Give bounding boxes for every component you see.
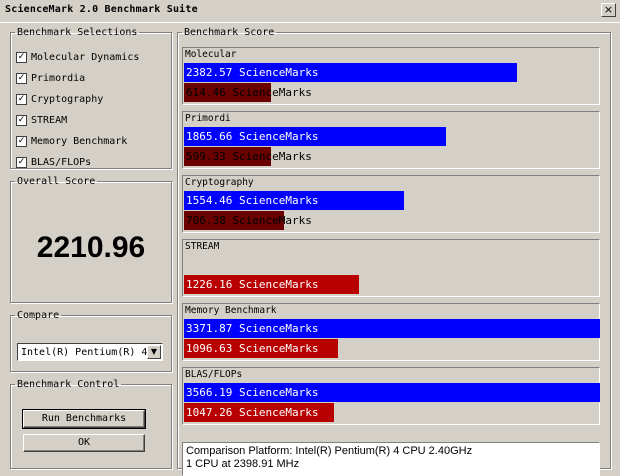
checkbox-box[interactable]: ✓ [16,114,27,126]
checkbox-box[interactable]: ✓ [16,51,27,63]
chevron-down-icon[interactable]: ▼ [147,345,161,359]
compare-select[interactable]: Intel(R) Pentium(R) 4 CPU 2.40GHz ▼ [17,343,163,361]
benchmark-name: BLAS/FLOPs [185,369,243,380]
checkbox-cryptography[interactable]: ✓ Cryptography [16,92,103,106]
checkbox-box[interactable]: ✓ [16,156,27,168]
title-bar: ScienceMark 2.0 Benchmark Suite × [0,0,620,23]
benchmark-control-group: Benchmark Control Run Benchmarks OK [10,379,172,469]
benchmark-name: Cryptography [185,177,254,188]
compare-group: Compare Intel(R) Pentium(R) 4 CPU 2.40GH… [10,310,172,372]
checkbox-box[interactable]: ✓ [16,72,27,84]
checkbox-box[interactable]: ✓ [16,135,27,147]
comparison-score-text: 614.46 ScienceMarks [186,86,312,99]
overall-score-legend: Overall Score [17,176,96,187]
checkbox-label: Cryptography [31,93,104,105]
current-score-text: 2382.57 ScienceMarks [186,66,319,79]
checkbox-blas-flops[interactable]: ✓ BLAS/FLOPs [16,155,91,169]
checkbox-label: Primordia [31,72,86,84]
benchmark-selections-legend: Benchmark Selections [17,27,138,38]
run-benchmarks-button[interactable]: Run Benchmarks [22,409,146,429]
benchmark-row: Cryptography 1554.46 ScienceMarks 706.38 S… [182,175,600,233]
benchmark-selections-group: Benchmark Selections ✓ Molecular Dynamic… [10,27,172,169]
comparison-score-text: 1096.63 ScienceMarks [186,342,319,355]
benchmark-row: STREAM 1226.16 ScienceMarks [182,239,600,297]
compare-selected-value: Intel(R) Pentium(R) 4 CPU 2.40GHz [21,347,147,358]
compare-legend: Compare [17,310,60,321]
current-score-text: 1554.46 ScienceMarks [186,194,319,207]
benchmark-name: STREAM [185,241,220,252]
benchmark-row: BLAS/FLOPs 3566.19 ScienceMarks 1047.26 Sc… [182,367,600,425]
checkbox-label: Molecular Dynamics [31,51,140,63]
benchmark-score-legend: Benchmark Score [184,27,275,38]
ok-button[interactable]: OK [23,434,145,452]
benchmark-row: Primordi 1865.66 ScienceMarks 599.33 Scien… [182,111,600,169]
checkbox-primordia[interactable]: ✓ Primordia [16,71,85,85]
benchmark-score-group: Benchmark Score Molecular 2382.57 Science… [177,27,611,476]
overall-score-value: 2210.96 [36,231,146,264]
benchmark-name: Primordi [185,113,231,124]
close-icon[interactable]: × [601,3,616,17]
window-title: ScienceMark 2.0 Benchmark Suite [5,4,198,15]
comparison-platform-line: Comparison Platform: Intel(R) Pentium(R)… [186,445,473,457]
checkbox-label: STREAM [31,114,68,126]
cpu-line: 1 CPU at 2398.91 MHz [186,458,300,470]
comparison-score-text: 706.38 ScienceMarks [186,214,312,227]
benchmark-name: Memory Benchmark [185,305,277,316]
comparison-score-text: 1047.26 ScienceMarks [186,406,319,419]
benchmark-control-legend: Benchmark Control [17,379,120,390]
checkbox-label: BLAS/FLOPs [31,156,92,168]
benchmark-row: Memory Benchmark 3371.87 ScienceMarks 1096… [182,303,600,361]
current-score-text: 1865.66 ScienceMarks [186,130,319,143]
overall-score-group: Overall Score 2210.96 [10,176,172,303]
comparison-score-text: 1226.16 ScienceMarks [186,278,319,291]
checkbox-label: Memory Benchmark [31,135,128,147]
current-score-text: 3371.87 ScienceMarks [186,322,319,335]
comparison-platform-info: Comparison Platform: Intel(R) Pentium(R)… [182,442,600,476]
benchmark-row: Molecular 2382.57 ScienceMarks 614.46 Scie… [182,47,600,105]
checkbox-memory-benchmark[interactable]: ✓ Memory Benchmark [16,134,127,148]
comparison-score-text: 599.33 ScienceMarks [186,150,312,163]
checkbox-molecular-dynamics[interactable]: ✓ Molecular Dynamics [16,50,139,64]
benchmark-name: Molecular [185,49,237,60]
checkbox-stream[interactable]: ✓ STREAM [16,113,67,127]
checkbox-box[interactable]: ✓ [16,93,27,105]
current-score-text: 3566.19 ScienceMarks [186,386,319,399]
